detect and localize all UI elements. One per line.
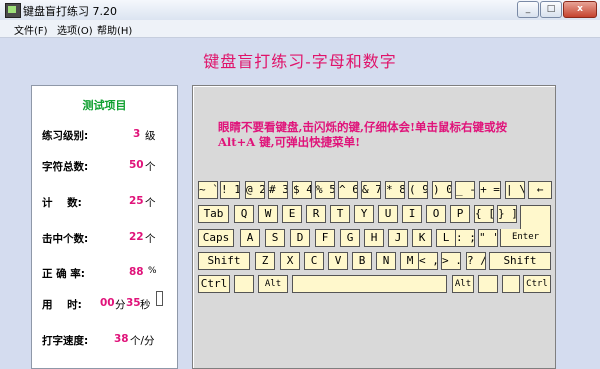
key-l[interactable]: L — [436, 229, 456, 247]
key-t[interactable]: T — [330, 205, 350, 223]
time-label: 用 时: — [42, 299, 82, 311]
key-i[interactable]: I — [402, 205, 422, 223]
key-comma[interactable]: < , — [418, 252, 438, 270]
key-g[interactable]: G — [340, 229, 360, 247]
key-1[interactable]: ! 1 — [220, 181, 240, 199]
hit-unit: 个 — [145, 233, 156, 245]
key-f[interactable]: F — [315, 229, 335, 247]
key-backtick[interactable]: ~ ` — [198, 181, 218, 199]
key-equals[interactable]: + = — [479, 181, 501, 199]
key-left-win[interactable] — [234, 275, 254, 293]
level-unit: 级 — [145, 130, 156, 142]
key-left-alt[interactable]: Alt — [258, 275, 288, 293]
key-tab[interactable]: Tab — [198, 205, 229, 223]
key-e[interactable]: E — [282, 205, 302, 223]
hit-label: 击中个数: — [42, 233, 89, 245]
key-7[interactable]: & 7 — [361, 181, 381, 199]
key-8[interactable]: * 8 — [385, 181, 405, 199]
key-left-bracket[interactable]: { [ — [474, 205, 494, 223]
close-button[interactable]: x — [563, 1, 597, 18]
stats-panel: 测试项目 练习级别: 3 级 字符总数: 50 个 计 数: 25 个 击中个数… — [31, 85, 178, 369]
key-period[interactable]: > . — [441, 252, 461, 270]
key-right-win[interactable] — [478, 275, 498, 293]
speed-label: 打字速度: — [42, 335, 89, 347]
key-slash[interactable]: ? / — [466, 252, 486, 270]
count-unit: 个 — [145, 197, 156, 209]
key-o[interactable]: O — [426, 205, 446, 223]
key-minus[interactable]: _ - — [455, 181, 475, 199]
time-seconds: 35 — [126, 297, 141, 309]
page-title: 键盘盲打练习-字母和数字 — [203, 52, 397, 71]
key-a[interactable]: A — [240, 229, 260, 247]
accuracy-unit: % — [148, 266, 157, 276]
minimize-button[interactable]: _ — [517, 1, 539, 18]
text-cursor-indicator — [156, 291, 163, 306]
key-right-ctrl[interactable]: Ctrl — [523, 275, 551, 293]
accuracy-value: 88 — [129, 266, 144, 278]
key-j[interactable]: J — [388, 229, 408, 247]
key-0[interactable]: ) 0 — [432, 181, 452, 199]
key-m[interactable]: M — [400, 252, 420, 270]
total-unit: 个 — [145, 161, 156, 173]
key-z[interactable]: Z — [255, 252, 275, 270]
key-2[interactable]: @ 2 — [245, 181, 265, 199]
key-c[interactable]: C — [304, 252, 324, 270]
menu-help[interactable]: 帮助(H) — [97, 22, 132, 37]
key-space[interactable] — [292, 275, 447, 293]
menu-options[interactable]: 选项(O) — [57, 22, 93, 37]
time-seconds-unit: 秒 — [140, 299, 151, 311]
hit-value: 22 — [129, 231, 144, 243]
key-enter[interactable]: Enter — [500, 229, 551, 247]
key-right-bracket[interactable]: } ] — [497, 205, 517, 223]
time-minutes-unit: 分 — [115, 299, 126, 311]
count-label: 计 数: — [42, 197, 82, 209]
key-4[interactable]: $ 4 — [292, 181, 312, 199]
key-right-alt[interactable]: Alt — [452, 275, 474, 293]
stats-title: 测试项目 — [82, 99, 127, 112]
time-minutes: 00 — [100, 297, 115, 309]
key-p[interactable]: P — [450, 205, 470, 223]
instruction-text: 眼睛不要看键盘,击闪烁的键,仔细体会!单击鼠标右键或按 Alt+A 键,可弹出快… — [218, 120, 508, 149]
window-title: 键盘盲打练习 7.20 — [23, 5, 117, 18]
key-s[interactable]: S — [265, 229, 285, 247]
key-6[interactable]: ^ 6 — [338, 181, 358, 199]
key-quote[interactable]: " ' — [478, 229, 498, 247]
key-u[interactable]: U — [378, 205, 398, 223]
title-bar: 键盘盲打练习 7.20 _ □ x — [0, 0, 600, 21]
key-9[interactable]: ( 9 — [408, 181, 428, 199]
menu-file[interactable]: 文件(F) — [14, 22, 48, 37]
key-left-ctrl[interactable]: Ctrl — [198, 275, 230, 293]
key-d[interactable]: D — [290, 229, 310, 247]
total-label: 字符总数: — [42, 161, 89, 173]
app-icon — [5, 3, 21, 18]
accuracy-label: 正 确 率: — [42, 268, 86, 280]
key-5[interactable]: % 5 — [315, 181, 335, 199]
key-semicolon[interactable]: : ; — [455, 229, 475, 247]
key-k[interactable]: K — [412, 229, 432, 247]
key-backslash[interactable]: | \ — [505, 181, 525, 199]
level-value: 3 — [133, 128, 141, 140]
key-x[interactable]: X — [280, 252, 300, 270]
key-3[interactable]: # 3 — [268, 181, 288, 199]
key-n[interactable]: N — [376, 252, 396, 270]
key-menu[interactable] — [502, 275, 520, 293]
maximize-button[interactable]: □ — [540, 1, 562, 18]
count-value: 25 — [129, 195, 144, 207]
speed-unit: 个/分 — [130, 335, 155, 347]
key-y[interactable]: Y — [354, 205, 374, 223]
total-value: 50 — [129, 159, 144, 171]
key-backspace[interactable]: ← — [528, 181, 552, 199]
key-caps[interactable]: Caps — [198, 229, 234, 247]
level-label: 练习级别: — [42, 130, 89, 142]
key-v[interactable]: V — [328, 252, 348, 270]
key-right-shift[interactable]: Shift — [489, 252, 551, 270]
key-w[interactable]: W — [258, 205, 278, 223]
key-q[interactable]: Q — [234, 205, 254, 223]
key-h[interactable]: H — [364, 229, 384, 247]
key-b[interactable]: B — [352, 252, 372, 270]
key-left-shift[interactable]: Shift — [198, 252, 250, 270]
speed-value: 38 — [114, 333, 129, 345]
menu-bar: 文件(F) 选项(O) 帮助(H) — [0, 20, 600, 38]
key-r[interactable]: R — [306, 205, 326, 223]
